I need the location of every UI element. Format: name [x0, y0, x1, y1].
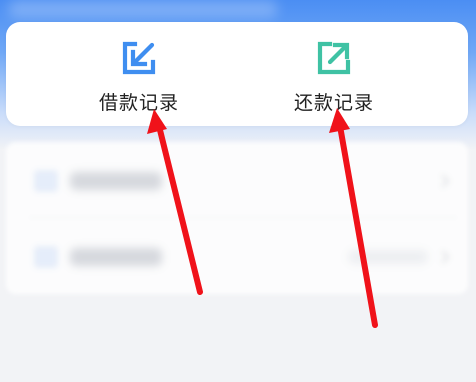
borrow-record-button[interactable]: 借款记录 [6, 22, 237, 126]
blurred-list [6, 142, 468, 294]
chevron-right-icon [441, 174, 450, 188]
list-item-label-blurred [70, 172, 162, 190]
list-item-value-blurred [348, 250, 428, 264]
list-item[interactable] [6, 218, 468, 294]
quick-actions-card: 借款记录 还款记录 [6, 22, 468, 126]
repay-record-label: 还款记录 [293, 92, 374, 114]
chevron-right-icon [441, 250, 450, 264]
list-item-label-blurred [70, 248, 162, 266]
borrow-record-label: 借款记录 [98, 92, 179, 114]
list-item-icon [34, 170, 58, 192]
repay-record-icon [317, 41, 351, 75]
status-bar-blurred [8, 0, 278, 18]
list-item[interactable] [6, 142, 468, 218]
repay-record-button[interactable]: 还款记录 [237, 22, 468, 126]
list-item-icon [34, 246, 58, 268]
borrow-record-icon [122, 41, 156, 75]
